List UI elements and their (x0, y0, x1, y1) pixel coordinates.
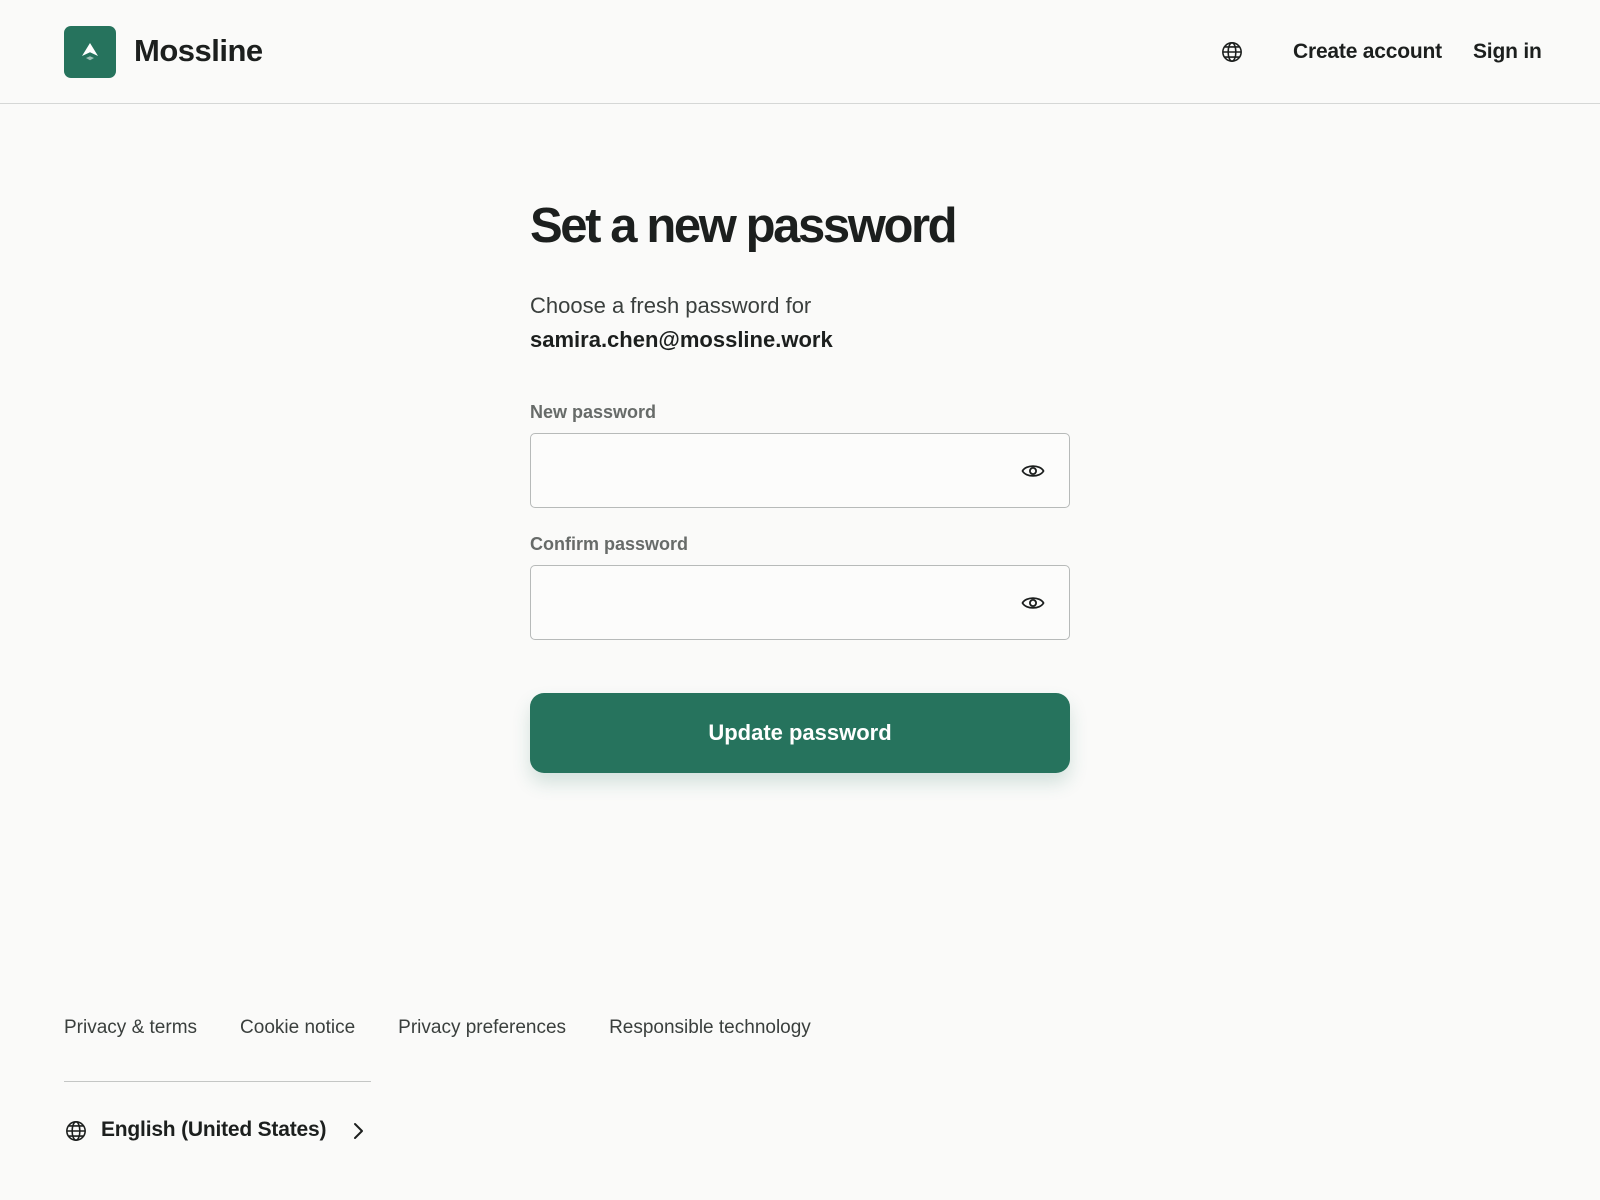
mountain-peak-icon (82, 43, 98, 61)
footer-link-privacy-preferences[interactable]: Privacy preferences (398, 1017, 566, 1039)
site-header: Mossline Create account Sign in (0, 0, 1600, 104)
globe-icon[interactable] (1221, 41, 1243, 63)
footer-divider (64, 1081, 371, 1082)
confirm-password-input[interactable] (547, 566, 1007, 639)
language-label: English (United States) (101, 1118, 327, 1141)
new-password-label: New password (530, 402, 657, 422)
footer-link-cookie-notice[interactable]: Cookie notice (240, 1017, 355, 1039)
brand-logo[interactable] (64, 26, 116, 78)
page-title: Set a new password (530, 199, 958, 253)
language-selector[interactable]: English (United States) (64, 1116, 371, 1146)
confirm-password-label: Confirm password (530, 534, 689, 554)
footer-links: Privacy & terms Cookie notice Privacy pr… (64, 1017, 854, 1039)
footer-link-responsible-technology[interactable]: Responsible technology (609, 1017, 811, 1039)
footer-link-privacy-terms[interactable]: Privacy & terms (64, 1017, 197, 1039)
eye-icon[interactable] (1021, 592, 1045, 614)
create-account-link[interactable]: Create account (1293, 40, 1442, 64)
confirm-password-field[interactable] (530, 565, 1070, 640)
new-password-field[interactable] (530, 433, 1070, 508)
account-email: samira.chen@mossline.work (530, 327, 833, 352)
new-password-input[interactable] (547, 434, 1007, 507)
sign-in-link[interactable]: Sign in (1473, 40, 1542, 64)
update-password-button[interactable]: Update password (530, 693, 1070, 773)
intro-text: Choose a fresh password for (530, 293, 812, 318)
globe-icon (66, 1121, 86, 1141)
eye-icon[interactable] (1021, 460, 1045, 482)
brand-name[interactable]: Mossline (134, 33, 263, 69)
chevron-right-icon (354, 1123, 363, 1139)
